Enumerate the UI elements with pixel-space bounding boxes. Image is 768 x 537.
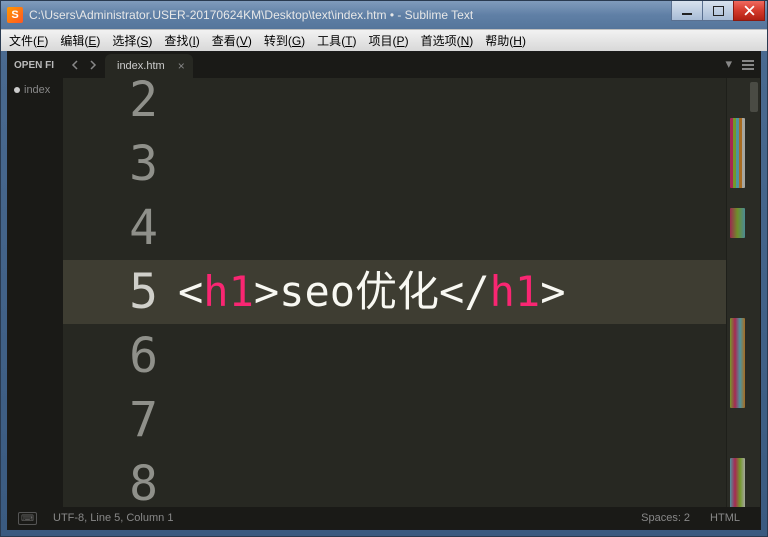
editor-body: index 2 3 4 5 6 7 8 [8,78,760,507]
window-controls [672,1,765,21]
menu-project[interactable]: 项目(P) [363,30,415,51]
menu-tools[interactable]: 工具(T) [311,30,362,51]
line-number: 2 [63,78,178,132]
status-encoding-position[interactable]: UTF-8, Line 5, Column 1 [43,512,183,524]
modified-dot-icon [14,87,20,93]
vertical-scrollbar[interactable] [748,78,760,507]
statusbar: ⌨ UTF-8, Line 5, Column 1 Spaces: 2 HTML [8,507,760,529]
sidebar-item-label: index [24,84,50,96]
window-title: C:\Users\Administrator.USER-20170624KM\D… [29,8,473,22]
scrollbar-thumb[interactable] [750,82,758,112]
titlebar[interactable]: S C:\Users\Administrator.USER-20170624KM… [1,1,767,29]
tabs: index.htm × ▾ [105,52,736,78]
line-number: 4 [63,196,178,260]
sidebar-item-openfile[interactable]: index [8,82,63,98]
close-button[interactable] [733,1,765,21]
line-number: 7 [63,388,178,452]
history-nav [63,52,105,78]
menu-view[interactable]: 查看(V) [206,30,258,51]
line-number: 8 [63,452,178,507]
minimap-region [730,208,745,238]
status-indent[interactable]: Spaces: 2 [631,512,700,524]
minimap-region [730,318,745,408]
code-content[interactable]: <h1>seo优化</h1> [178,78,726,507]
menu-select[interactable]: 选择(S) [106,30,158,51]
tab-index-htm[interactable]: index.htm × [105,54,193,78]
menu-goto[interactable]: 转到(G) [258,30,311,51]
code-editor[interactable]: 2 3 4 5 6 7 8 <h1>seo优化</h1> [63,78,726,507]
tab-row: OPEN FI index.htm × ▾ [8,52,760,78]
code-line-5[interactable]: <h1>seo优化</h1> [178,260,726,324]
line-number: 3 [63,132,178,196]
minimize-button[interactable] [671,1,703,21]
tab-overflow-icon[interactable]: ▾ [725,56,732,72]
gutter: 2 3 4 5 6 7 8 [63,78,178,507]
back-icon[interactable] [69,59,81,71]
minimap-region [730,458,745,507]
editor-wrap: 2 3 4 5 6 7 8 <h1>seo优化</h1> [63,78,760,507]
minimap-region [730,118,745,188]
menu-file[interactable]: 文件(F) [3,30,54,51]
console-icon[interactable]: ⌨ [18,512,37,525]
menu-preferences[interactable]: 首选项(N) [415,30,480,51]
minimap[interactable] [726,78,748,507]
app-icon: S [7,7,23,23]
forward-icon[interactable] [87,59,99,71]
maximize-button[interactable] [702,1,734,21]
line-number: 6 [63,324,178,388]
status-syntax[interactable]: HTML [700,512,750,524]
menu-find[interactable]: 查找(I) [158,30,205,51]
line-number-current: 5 [63,260,178,324]
tab-label: index.htm [117,60,165,72]
open-files-header: OPEN FI [8,52,63,78]
tab-close-icon[interactable]: × [178,59,185,73]
menu-help[interactable]: 帮助(H) [479,30,532,51]
menu-edit[interactable]: 编辑(E) [54,30,106,51]
window-frame: S C:\Users\Administrator.USER-20170624KM… [0,0,768,537]
sidebar: index [8,78,63,507]
menubar: 文件(F) 编辑(E) 选择(S) 查找(I) 查看(V) 转到(G) 工具(T… [1,29,767,51]
hamburger-icon[interactable] [736,52,760,78]
client-area: OPEN FI index.htm × ▾ index [7,51,761,530]
